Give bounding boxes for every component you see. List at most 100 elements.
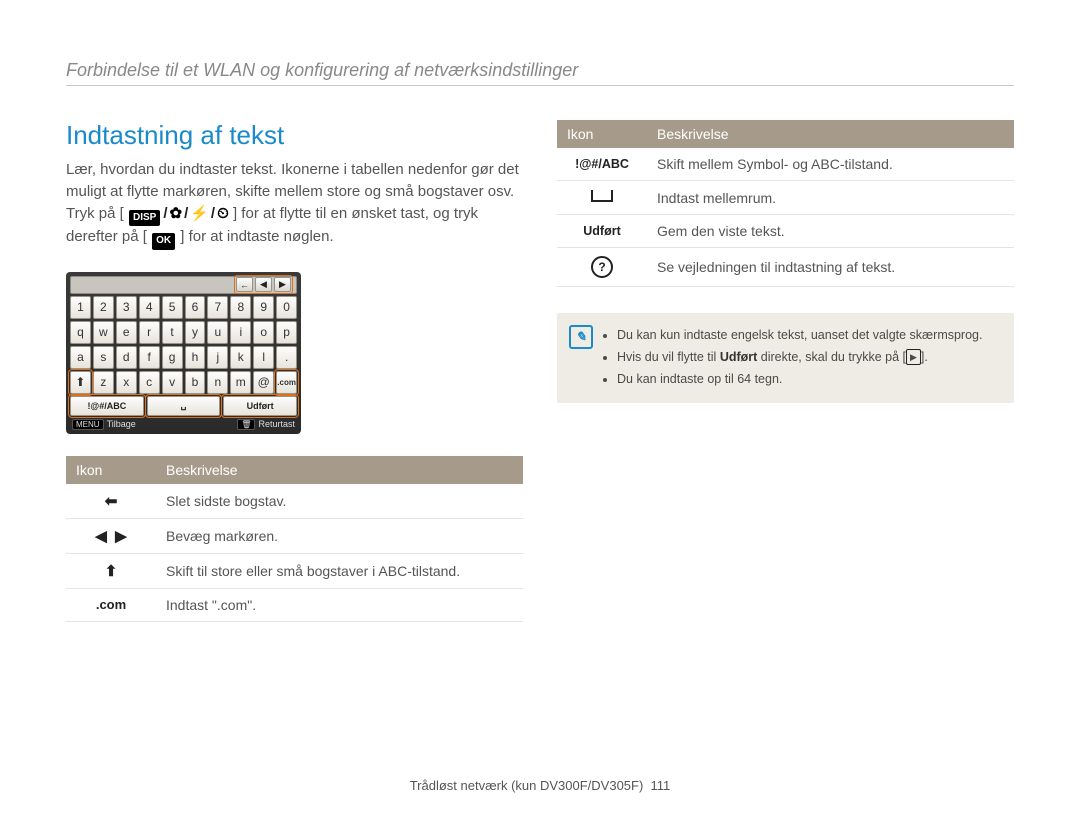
- keyboard-key[interactable]: c: [139, 371, 160, 394]
- keyboard-key[interactable]: 2: [93, 296, 114, 319]
- nav-right-icon[interactable]: ▶: [274, 277, 291, 292]
- keyboard-key[interactable]: q: [70, 321, 91, 344]
- intro-paragraph: Lær, hvordan du indtaster tekst. Ikonern…: [66, 159, 523, 250]
- keyboard-status-bar: MENUTilbage 🗑Returtast: [70, 416, 297, 430]
- menu-tag-icon: MENU: [72, 419, 104, 430]
- keyboard-key[interactable]: s: [93, 346, 114, 369]
- keyboard-key[interactable]: z: [93, 371, 114, 394]
- note-item: Du kan indtaste op til 64 tegn.: [617, 369, 1000, 389]
- table-header-icon: Ikon: [557, 120, 647, 148]
- keyboard-key[interactable]: l: [253, 346, 274, 369]
- table-row: .comIndtast ".com".: [66, 588, 523, 621]
- keyboard-key[interactable]: 4: [139, 296, 160, 319]
- done-key[interactable]: Udført: [223, 396, 297, 416]
- flower-icon: ✿: [169, 205, 182, 222]
- keyboard-key[interactable]: d: [116, 346, 137, 369]
- table-row: ⬆Skift til store eller små bogstaver i A…: [66, 553, 523, 588]
- keyboard-key[interactable]: a: [70, 346, 91, 369]
- footer-section: Trådløst netværk (kun DV300F/DV305F): [410, 778, 644, 793]
- table-header-desc: Beskrivelse: [156, 456, 523, 484]
- keyboard-key[interactable]: 8: [230, 296, 251, 319]
- table-header-icon: Ikon: [66, 456, 156, 484]
- keyboard-key[interactable]: n: [207, 371, 228, 394]
- help-icon: ?: [557, 248, 647, 287]
- com-icon: .com: [66, 588, 156, 621]
- table-row: ?Se vejledningen til indtastning af teks…: [557, 248, 1014, 287]
- cursor-arrows-icon: ◀ ▶: [66, 518, 156, 553]
- keyboard-key[interactable]: y: [185, 321, 206, 344]
- timer-icon: ⏲: [217, 205, 229, 222]
- slash: /: [163, 205, 167, 222]
- note-item: Hvis du vil flytte til Udført direkte, s…: [617, 347, 1000, 367]
- keyboard-key[interactable]: 7: [207, 296, 228, 319]
- keyboard-key[interactable]: 5: [162, 296, 183, 319]
- keyboard-input-bar: ← ◀ ▶: [70, 276, 297, 294]
- icon-table-left: Ikon Beskrivelse ⬅Slet sidste bogstav.◀ …: [66, 456, 523, 622]
- header-divider: [66, 85, 1014, 86]
- keyboard-key[interactable]: @: [253, 371, 274, 394]
- table-row: UdførtGem den viste tekst.: [557, 215, 1014, 248]
- keyboard-key[interactable]: o: [253, 321, 274, 344]
- table-cell-desc: Indtast ".com".: [156, 588, 523, 621]
- breadcrumb: Forbindelse til et WLAN og konfigurering…: [66, 60, 1014, 81]
- space-key[interactable]: ␣: [147, 396, 221, 416]
- table-cell-desc: Se vejledningen til indtastning af tekst…: [647, 248, 1014, 287]
- keyboard-nav-group: ← ◀ ▶: [234, 275, 293, 294]
- onscreen-keyboard: ← ◀ ▶ 1234567890 qwertyuiop asdfghjkl. ⬆zxc…: [66, 272, 301, 434]
- flash-icon: ⚡: [190, 205, 209, 222]
- slash: /: [184, 205, 188, 222]
- keyboard-key[interactable]: k: [230, 346, 251, 369]
- text-icon: Udført: [557, 215, 647, 248]
- keyboard-key[interactable]: i: [230, 321, 251, 344]
- shift-icon: ⬆: [66, 553, 156, 588]
- keyboard-key[interactable]: u: [207, 321, 228, 344]
- table-row: !@#/ABCSkift mellem Symbol- og ABC-tilst…: [557, 148, 1014, 181]
- note-box: ✎ Du kan kun indtaste engelsk tekst, uan…: [557, 313, 1014, 403]
- keyboard-key[interactable]: .: [276, 346, 297, 369]
- playback-icon: ▶: [906, 349, 921, 365]
- table-cell-desc: Gem den viste tekst.: [647, 215, 1014, 248]
- keyboard-key[interactable]: x: [116, 371, 137, 394]
- keyboard-key[interactable]: w: [93, 321, 114, 344]
- table-row: ⬅Slet sidste bogstav.: [66, 484, 523, 519]
- keyboard-key[interactable]: 0: [276, 296, 297, 319]
- keyboard-key[interactable]: h: [185, 346, 206, 369]
- nav-left-icon[interactable]: ◀: [255, 277, 272, 292]
- section-title: Indtastning af tekst: [66, 120, 523, 151]
- keyboard-key[interactable]: 3: [116, 296, 137, 319]
- keyboard-key[interactable]: p: [276, 321, 297, 344]
- keyboard-key[interactable]: 1: [70, 296, 91, 319]
- keyboard-key[interactable]: t: [162, 321, 183, 344]
- table-cell-desc: Slet sidste bogstav.: [156, 484, 523, 519]
- keyboard-key[interactable]: e: [116, 321, 137, 344]
- backspace-icon: ⬅: [66, 484, 156, 519]
- status-enter-label: Returtast: [258, 419, 295, 429]
- keyboard-key[interactable]: r: [139, 321, 160, 344]
- keyboard-key[interactable]: m: [230, 371, 251, 394]
- trash-tag-icon: 🗑: [237, 419, 255, 430]
- table-row: ◀ ▶Bevæg markøren.: [66, 518, 523, 553]
- note-item: Du kan kun indtaste engelsk tekst, uanse…: [617, 325, 1000, 345]
- keyboard-key[interactable]: v: [162, 371, 183, 394]
- mode-key[interactable]: !@#/ABC: [70, 396, 144, 416]
- disp-icon: DISP: [129, 210, 160, 227]
- slash: /: [211, 205, 215, 222]
- ok-icon: OK: [152, 233, 175, 250]
- com-key[interactable]: .com: [276, 371, 297, 394]
- keyboard-key[interactable]: j: [207, 346, 228, 369]
- status-back-label: Tilbage: [107, 419, 136, 429]
- shift-icon[interactable]: ⬆: [70, 371, 91, 394]
- space-icon: [557, 181, 647, 215]
- keyboard-key[interactable]: 9: [253, 296, 274, 319]
- table-row: Indtast mellemrum.: [557, 181, 1014, 215]
- keyboard-key[interactable]: 6: [185, 296, 206, 319]
- nav-backspace-icon[interactable]: ←: [236, 277, 253, 292]
- keyboard-key[interactable]: b: [185, 371, 206, 394]
- icon-table-right: Ikon Beskrivelse !@#/ABCSkift mellem Sym…: [557, 120, 1014, 287]
- table-header-desc: Beskrivelse: [647, 120, 1014, 148]
- intro-text-post: ] for at indtaste nøglen.: [180, 228, 333, 245]
- table-cell-desc: Skift til store eller små bogstaver i AB…: [156, 553, 523, 588]
- keyboard-key[interactable]: g: [162, 346, 183, 369]
- keyboard-key[interactable]: f: [139, 346, 160, 369]
- note-icon: ✎: [569, 325, 593, 349]
